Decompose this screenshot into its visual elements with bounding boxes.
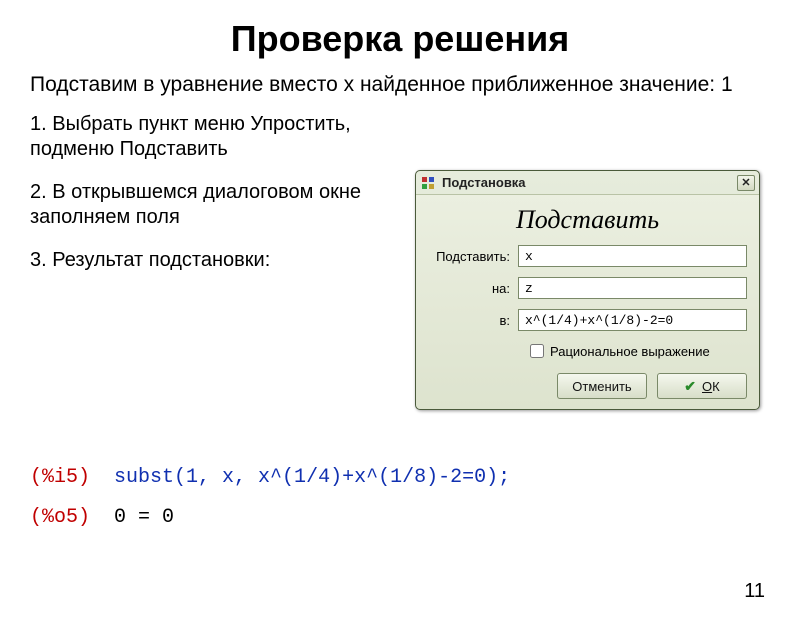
field-in-row: в: [428,309,747,331]
ok-label: ОК [702,379,720,394]
output-label: (%o5) [30,506,90,529]
dialog-body: Подставить Подставить: на: в: Рациональн… [416,195,759,409]
cancel-button[interactable]: Отменить [557,373,647,399]
dialog-buttons: Отменить ✔ ОК [428,373,747,399]
code-input-line: (%i5) subst(1, x, x^(1/4)+x^(1/8)-2=0); [30,458,510,498]
step-2: 2. В открывшемся диалоговом окне заполня… [30,180,370,230]
rational-label: Рациональное выражение [550,344,710,359]
output-value: 0 = 0 [114,506,174,529]
page-title: Проверка решения [0,18,800,60]
label-in: в: [428,313,518,328]
close-icon[interactable]: ✕ [737,175,755,191]
dialog-header: Подставить [428,205,747,235]
field-what-row: Подставить: [428,245,747,267]
step-3: 3. Результат подстановки: [30,248,430,273]
cancel-label: Отменить [572,379,631,394]
dialog-titlebar[interactable]: Подстановка ✕ [416,171,759,195]
app-icon [420,175,436,191]
input-what[interactable] [518,245,747,267]
substitute-dialog: Подстановка ✕ Подставить Подставить: на:… [415,170,760,410]
input-label: (%i5) [30,466,90,489]
checkmark-icon: ✔ [684,378,696,395]
input-in[interactable] [518,309,747,331]
input-with[interactable] [518,277,747,299]
code-output-line: (%o5) 0 = 0 [30,498,510,538]
label-with: на: [428,281,518,296]
dialog-title: Подстановка [442,175,737,190]
label-what: Подставить: [428,249,518,264]
rational-checkbox-row[interactable]: Рациональное выражение [526,341,747,361]
field-with-row: на: [428,277,747,299]
input-command: subst(1, x, x^(1/4)+x^(1/8)-2=0); [114,466,510,489]
intro-text: Подставим в уравнение вместо x найденное… [30,72,770,98]
step-1: 1. Выбрать пункт меню Упростить, подменю… [30,112,370,162]
rational-checkbox[interactable] [530,344,544,358]
ok-button[interactable]: ✔ ОК [657,373,747,399]
maxima-output: (%i5) subst(1, x, x^(1/4)+x^(1/8)-2=0); … [30,458,510,538]
